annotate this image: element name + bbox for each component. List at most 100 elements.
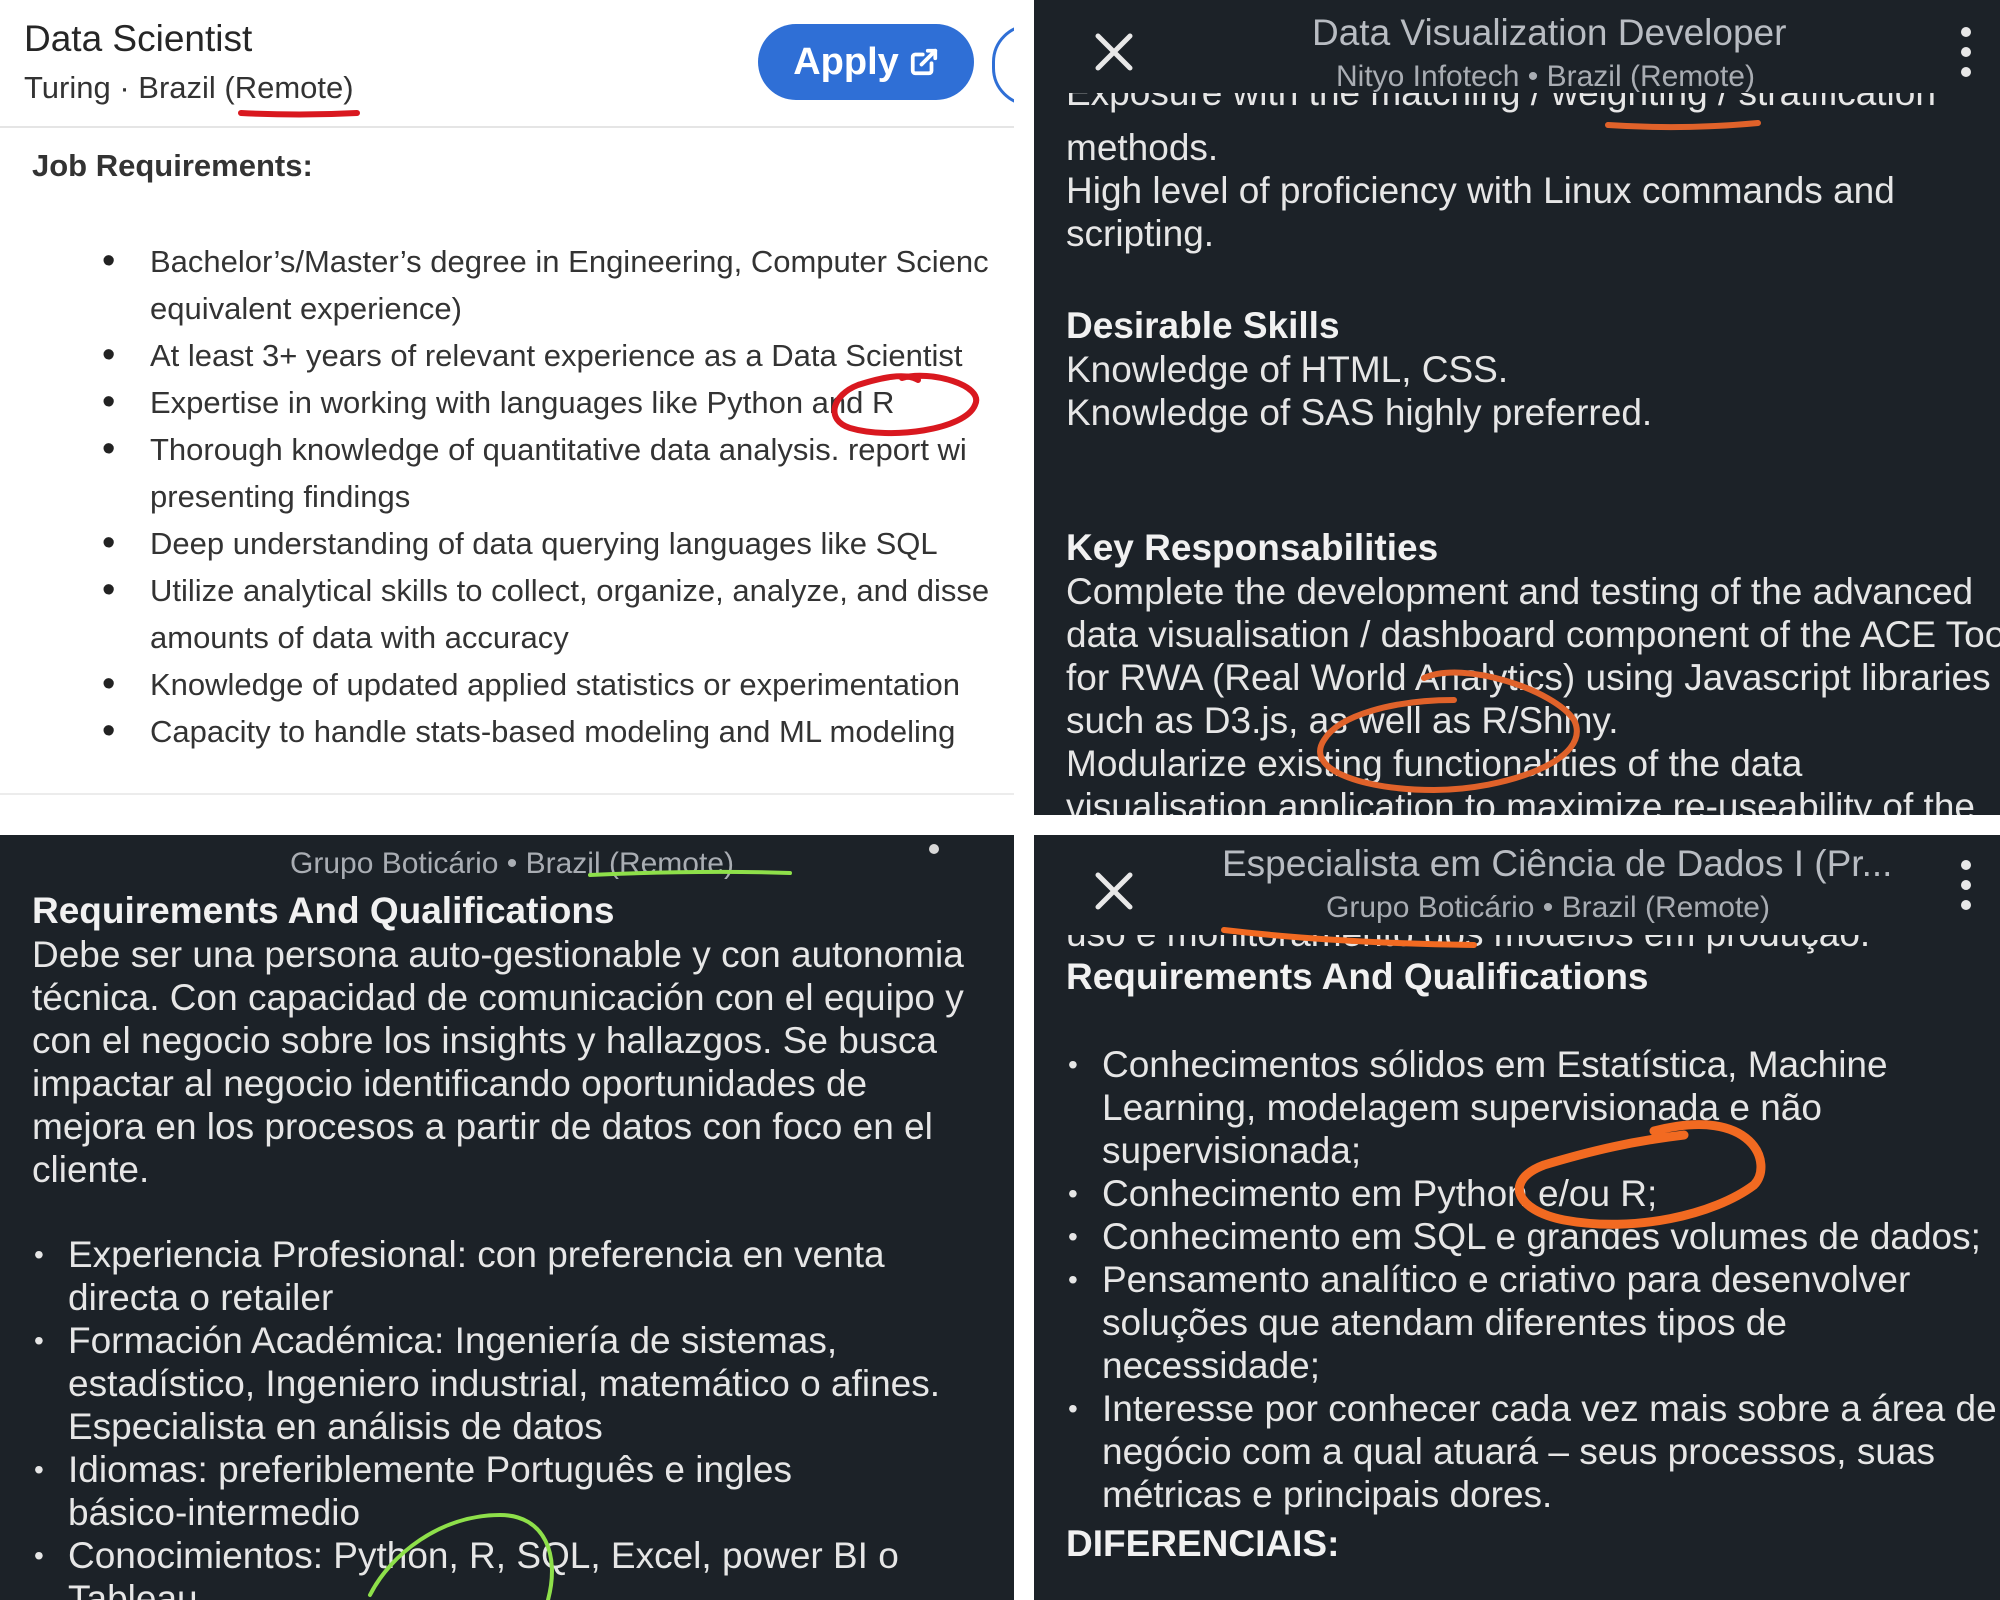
panel-boticario-spanish: Grupo Boticário • Brazil (Remote) Requir…	[0, 835, 1014, 1600]
text-line: such as D3.js, as well as R/Shiny.	[1066, 700, 1619, 741]
list-item-line: estadístico, Ingeniero industrial, matem…	[68, 1363, 941, 1404]
list-item: Conhecimento em SQL e grandes volumes de…	[1066, 1215, 1997, 1258]
list-item-line: Knowledge of updated applied statistics …	[150, 667, 960, 702]
list-item: Conocimientos: Python, R, SQL, Excel, po…	[32, 1534, 940, 1600]
underline-annotation	[238, 110, 360, 118]
section-heading: Requirements And Qualifications	[32, 890, 615, 931]
requirements-list: Experiencia Profesional: con preferencia…	[32, 1233, 940, 1600]
more-options-icon[interactable]	[1956, 855, 1976, 915]
list-item-line: supervisionada;	[1102, 1130, 1362, 1171]
text-line: con el negocio sobre los insights y hall…	[32, 1020, 937, 1061]
section-heading: Job Requirements:	[32, 148, 313, 183]
text-line: scripting.	[1066, 213, 1215, 254]
close-icon[interactable]	[1084, 861, 1144, 921]
list-item-line: Formación Académica: Ingeniería de siste…	[68, 1320, 838, 1361]
text-line: Knowledge of SAS highly preferred.	[1066, 392, 1653, 433]
desirable-skills-block: Knowledge of HTML, CSS. Knowledge of SAS …	[1066, 348, 1652, 434]
job-description-block: methods. High level of proficiency with L…	[1066, 126, 1895, 255]
list-item-line: soluções que atendam diferentes tipos de	[1102, 1302, 1787, 1343]
text-line: Modularize existing functionalities of t…	[1066, 743, 1803, 784]
job-company-location: Grupo Boticário • Brazil (Remote)	[1326, 891, 1770, 924]
list-item-line: Conhecimento em SQL e grandes volumes de…	[1102, 1216, 1981, 1257]
list-item-line: Learning, modelagem supervisionada e não	[1102, 1087, 1822, 1128]
list-item-line: Tableau	[68, 1578, 198, 1600]
requirements-list: Conhecimentos sólidos em Estatística, Ma…	[1066, 1043, 1997, 1516]
job-company-location: Turing · Brazil (Remote)	[24, 70, 354, 105]
list-item-line: Utilize analytical skills to collect, or…	[150, 573, 990, 608]
list-item-line: métricas e principais dores.	[1102, 1474, 1553, 1515]
list-item: Idiomas: preferiblemente Português e ing…	[32, 1448, 940, 1534]
section-heading: Key Responsabilities	[1066, 527, 1439, 568]
list-item-line: presenting findings	[150, 479, 411, 514]
close-icon[interactable]	[1084, 22, 1144, 82]
list-item-line: Especialista en análisis de datos	[68, 1406, 603, 1447]
list-item: Thorough knowledge of quantitative data …	[102, 426, 1014, 520]
list-item-line: Capacity to handle stats-based modeling …	[150, 714, 956, 749]
apply-button-label: Apply	[793, 40, 899, 83]
list-item-line: Conhecimento em Python e/ou R;	[1102, 1173, 1658, 1214]
section-heading: Desirable Skills	[1066, 305, 1340, 346]
text-line: mejora en los procesos a partir de datos…	[32, 1106, 933, 1147]
apply-button[interactable]: Apply	[758, 24, 974, 100]
text-line: Complete the development and testing of …	[1066, 571, 1974, 612]
list-item-line: Bachelor’s/Master’s degree in Engineerin…	[150, 244, 989, 279]
list-item: At least 3+ years of relevant experience…	[102, 332, 1014, 379]
list-item: Knowledge of updated applied statistics …	[102, 661, 1014, 708]
text-line: for RWA (Real World Analytics) using Jav…	[1066, 657, 1991, 698]
text-line: impactar al negocio identificando oportu…	[32, 1063, 868, 1104]
list-item: Formación Académica: Ingeniería de siste…	[32, 1319, 940, 1448]
list-item: Interesse por conhecer cada vez mais sob…	[1066, 1387, 1997, 1516]
list-item-line: Thorough knowledge of quantitative data …	[150, 432, 967, 467]
text-line: Debe ser una persona auto-gestionable y …	[32, 934, 964, 975]
list-item-line: Experiencia Profesional: con preferencia…	[68, 1234, 885, 1275]
text-line: cliente.	[32, 1149, 150, 1190]
list-item: Experiencia Profesional: con preferencia…	[32, 1233, 940, 1319]
panel-turing-data-scientist: Data Scientist Turing · Brazil (Remote) …	[0, 0, 1014, 815]
list-item-line: Deep understanding of data querying lang…	[150, 526, 938, 561]
list-item-line: Expertise in working with languages like…	[150, 385, 895, 420]
more-options-icon[interactable]	[1956, 22, 1976, 82]
panel-boticario-portuguese: Especialista em Ciência de Dados I (Pr..…	[1034, 835, 2000, 1600]
list-item: Utilize analytical skills to collect, or…	[102, 567, 1014, 661]
text-line: técnica. Con capacidad de comunicación c…	[32, 977, 964, 1018]
list-item: Expertise in working with languages like…	[102, 379, 1014, 426]
divider	[0, 126, 1014, 128]
list-item-line: equivalent experience)	[150, 291, 462, 326]
list-item-line: Interesse por conhecer cada vez mais sob…	[1102, 1388, 1997, 1429]
text-line: methods.	[1066, 127, 1219, 168]
clipped-text-line: uso e monitoramento dos modelos em produ…	[1066, 935, 1966, 955]
job-title: Especialista em Ciência de Dados I (Pr..…	[1222, 843, 1893, 884]
list-item: Conhecimentos sólidos em Estatística, Ma…	[1066, 1043, 1997, 1172]
divider	[0, 793, 1014, 795]
list-item: Deep understanding of data querying lang…	[102, 520, 1014, 567]
job-company-location: Grupo Boticário • Brazil (Remote)	[290, 847, 734, 880]
job-title: Data Visualization Developer	[1312, 12, 1787, 53]
section-heading: Requirements And Qualifications	[1066, 956, 1649, 997]
responsibilities-block: Complete the development and testing of …	[1066, 570, 2000, 815]
text-line: High level of proficiency with Linux com…	[1066, 170, 1895, 211]
panel-nityo-data-viz-developer: Data Visualization Developer Nityo Infot…	[1034, 0, 2000, 815]
list-item-line: Conhecimentos sólidos em Estatística, Ma…	[1102, 1044, 1888, 1085]
list-item-line: Conocimientos: Python, R, SQL, Excel, po…	[68, 1535, 899, 1576]
list-item-line: básico-intermedio	[68, 1492, 361, 1533]
external-link-icon	[910, 48, 937, 76]
description-paragraph: Debe ser una persona auto-gestionable y …	[32, 933, 964, 1191]
text-line: visualisation application to maximize re…	[1066, 786, 1975, 815]
list-item-line: At least 3+ years of relevant experience…	[150, 338, 963, 373]
clipped-text-line: Exposure with the matching / weighting /…	[1066, 93, 1966, 115]
section-heading: DIFERENCIAIS:	[1066, 1523, 1340, 1564]
list-item-line: directa o retailer	[68, 1277, 334, 1318]
more-options-icon[interactable]	[924, 839, 944, 859]
job-title: Data Scientist	[24, 18, 253, 59]
list-item-line: Idiomas: preferiblemente Português e ing…	[68, 1449, 792, 1490]
list-item-line: amounts of data with accuracy	[150, 620, 569, 655]
job-company-location: Nityo Infotech • Brazil (Remote)	[1336, 60, 1755, 93]
list-item-line: negócio com a qual atuará – seus process…	[1102, 1431, 1935, 1472]
list-item: Bachelor’s/Master’s degree in Engineerin…	[102, 238, 1014, 332]
list-item-line: Pensamento analítico e criativo para des…	[1102, 1259, 1911, 1300]
text-line: Knowledge of HTML, CSS.	[1066, 349, 1509, 390]
text-line: data visualisation / dashboard component…	[1066, 614, 2000, 655]
list-item-line: necessidade;	[1102, 1345, 1321, 1386]
list-item: Conhecimento em Python e/ou R;	[1066, 1172, 1997, 1215]
save-button[interactable]	[992, 24, 1014, 106]
